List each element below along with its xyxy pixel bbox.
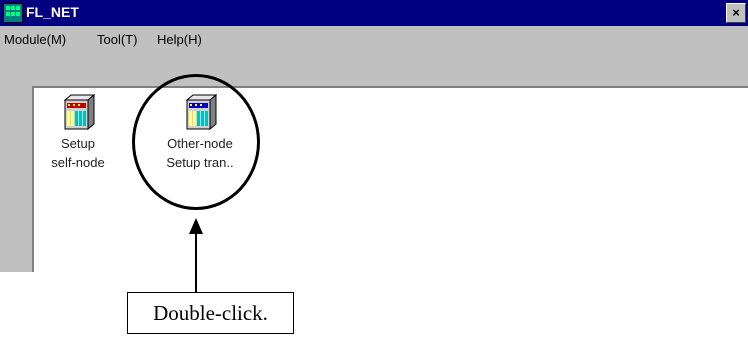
- menu-bar: Module(M) Tool(T) Help(H): [0, 26, 748, 54]
- highlight-circle: [132, 74, 260, 210]
- menu-help[interactable]: Help(H): [157, 32, 202, 47]
- callout-arrow-line: [195, 234, 197, 292]
- menu-tool[interactable]: Tool(T): [97, 32, 137, 47]
- window-title: FL_NET: [26, 4, 79, 20]
- icon-label: Setup self-node: [51, 136, 105, 170]
- setup-self-node-item[interactable]: Setup self-node: [38, 93, 118, 172]
- app-icon: [3, 3, 23, 23]
- close-button[interactable]: ×: [726, 3, 746, 23]
- rack-module-icon: [61, 93, 96, 131]
- menu-module[interactable]: Module(M): [4, 32, 66, 47]
- arrow-up-icon: [189, 218, 203, 234]
- title-bar[interactable]: FL_NET ×: [0, 0, 748, 26]
- callout-box: Double-click.: [127, 292, 294, 334]
- app-window: FL_NET × Module(M) Tool(T) Help(H) Setup…: [0, 0, 748, 272]
